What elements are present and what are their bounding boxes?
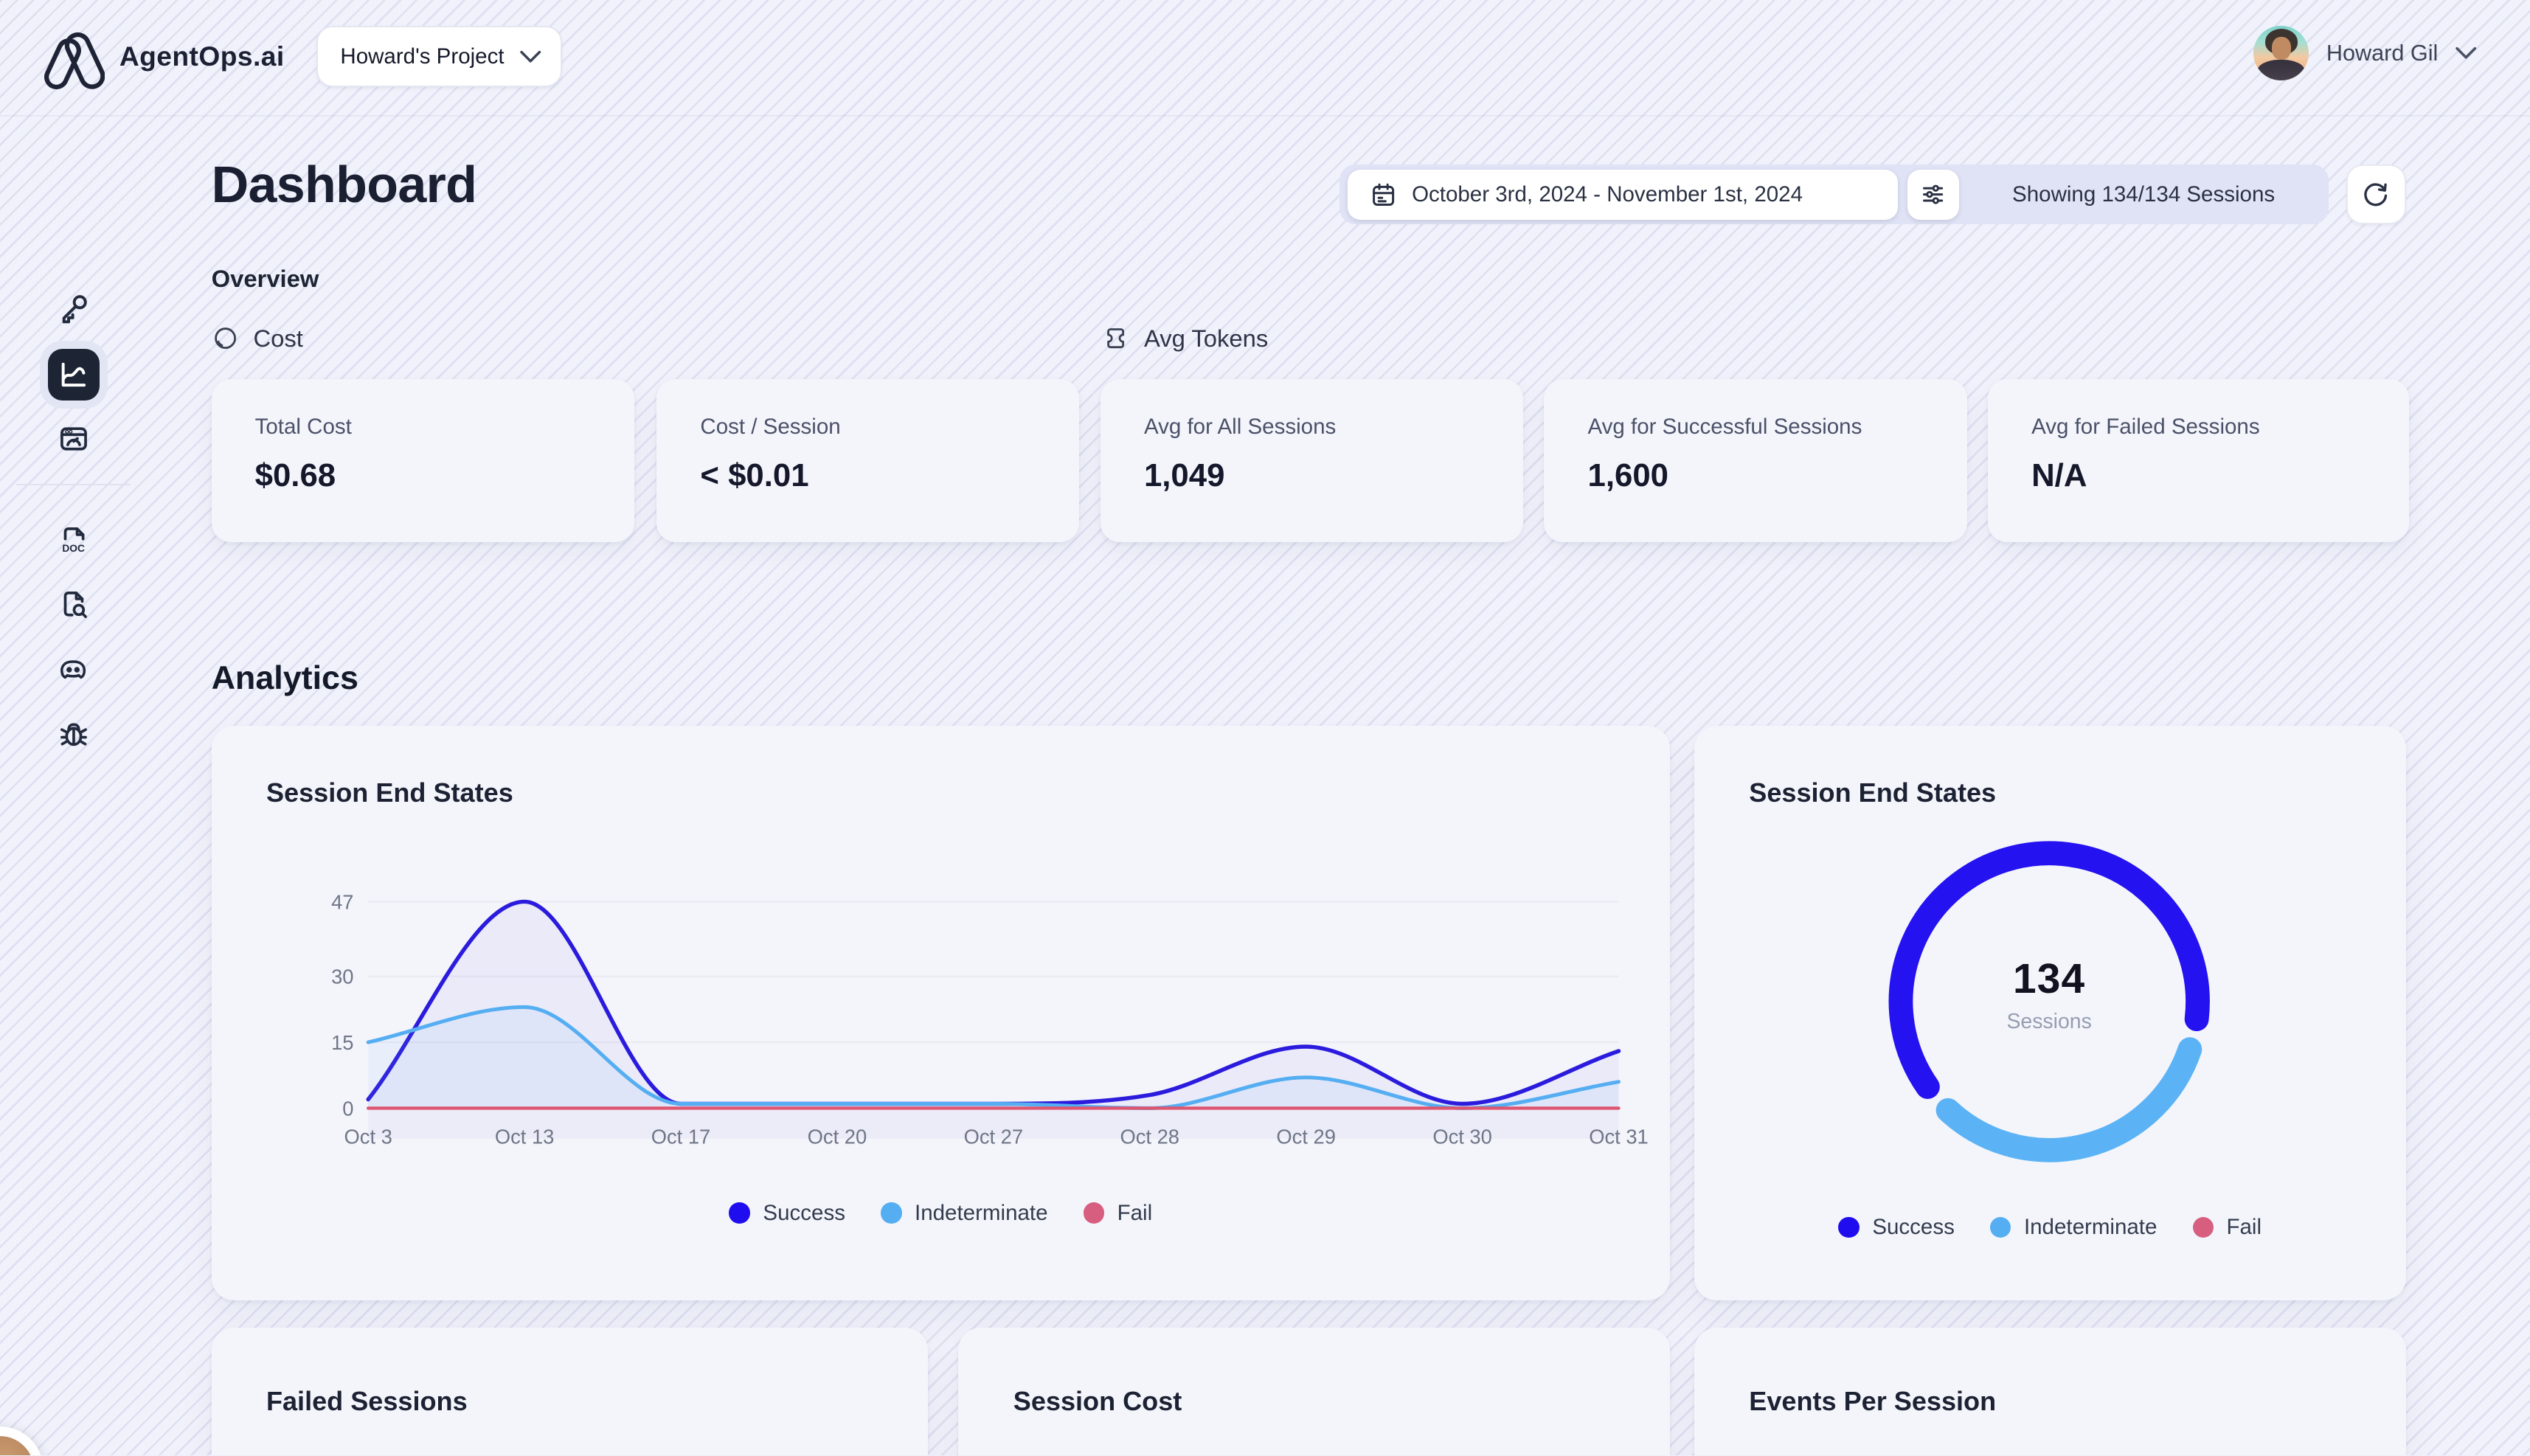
session-cost-panel: Session Cost	[958, 1328, 1670, 1455]
stat-value: N/A	[2031, 457, 2409, 494]
success-dot-icon	[1838, 1217, 1859, 1238]
file-search-icon	[57, 588, 91, 622]
chat-widget-avatar	[0, 1436, 34, 1455]
session-end-states-donut-panel: Session End States 134 Sessions Success …	[1694, 726, 2406, 1300]
agentops-logo-icon	[44, 21, 105, 91]
legend-item-fail[interactable]: Fail	[2193, 1215, 2262, 1240]
token-ticket-icon	[1102, 325, 1129, 352]
brand: AgentOps.ai	[44, 21, 285, 91]
legend-item-success[interactable]: Success	[729, 1201, 845, 1226]
svg-text:0: 0	[342, 1098, 353, 1120]
session-replay-icon	[57, 422, 91, 456]
legend-item-success[interactable]: Success	[1838, 1215, 1955, 1240]
stat-label: Cost / Session	[700, 415, 1079, 440]
stat-value: < $0.01	[700, 457, 1079, 494]
key-icon	[57, 291, 91, 325]
stat-label: Total Cost	[255, 415, 634, 440]
stat-label: Avg for Failed Sessions	[2031, 415, 2409, 440]
sidebar-item-docs[interactable]: DOC	[48, 515, 100, 566]
legend-item-fail[interactable]: Fail	[1084, 1201, 1153, 1226]
sidebar: DOC	[0, 117, 147, 1456]
stat-card-total-cost: Total Cost $0.68	[212, 379, 634, 542]
page-title: Dashboard	[212, 155, 477, 214]
svg-text:Oct 30: Oct 30	[1432, 1126, 1492, 1148]
svg-text:Oct 27: Oct 27	[963, 1126, 1023, 1148]
svg-text:30: 30	[331, 966, 353, 988]
fail-dot-icon	[1084, 1202, 1104, 1223]
svg-text:Oct 20: Oct 20	[807, 1126, 867, 1148]
svg-text:Oct 17: Oct 17	[651, 1126, 710, 1148]
chart-legend: Success Indeterminate Fail	[1694, 1215, 2406, 1240]
sidebar-item-dashboard[interactable]	[48, 349, 100, 401]
sidebar-item-discord[interactable]	[48, 644, 100, 696]
sidebar-item-api-keys[interactable]	[48, 282, 100, 334]
legend-item-indeterminate[interactable]: Indeterminate	[881, 1201, 1047, 1226]
user-name: Howard Gil	[2326, 41, 2438, 66]
showing-sessions-status: Showing 134/134 Sessions	[1959, 164, 2329, 224]
chevron-down-icon	[520, 50, 541, 63]
chart-legend: Success Indeterminate Fail	[212, 1201, 1671, 1226]
success-dot-icon	[729, 1202, 749, 1223]
svg-text:15: 15	[331, 1031, 353, 1054]
filter-button[interactable]	[1907, 170, 1959, 220]
project-selector-value: Howard's Project	[340, 44, 504, 69]
cost-section-label: Cost	[212, 325, 303, 353]
line-chart-icon	[58, 358, 90, 391]
stat-card-avg-successful-sessions: Avg for Successful Sessions 1,600	[1544, 379, 1966, 542]
stat-label: Avg for All Sessions	[1144, 415, 1523, 440]
avg-tokens-section-label: Avg Tokens	[1102, 325, 1268, 353]
stat-card-avg-all-sessions: Avg for All Sessions 1,049	[1101, 379, 1523, 542]
refresh-icon	[2361, 180, 2390, 209]
svg-text:Oct 13: Oct 13	[494, 1126, 554, 1148]
doc-file-icon: DOC	[57, 524, 91, 558]
dashboard-app: AgentOps.ai Howard's Project Howard Gil	[0, 0, 2530, 1455]
sidebar-item-session-replay[interactable]	[48, 413, 100, 465]
stat-value: 1,049	[1144, 457, 1523, 494]
svg-text:Oct 31: Oct 31	[1589, 1126, 1649, 1148]
stat-card-cost-per-session: Cost / Session < $0.01	[656, 379, 1079, 542]
overview-heading: Overview	[212, 265, 319, 293]
date-range-picker[interactable]: October 3rd, 2024 - November 1st, 2024	[1348, 170, 1898, 220]
panel-title: Events Per Session	[1749, 1386, 1996, 1417]
fail-dot-icon	[2193, 1217, 2214, 1238]
stat-value: $0.68	[255, 457, 634, 494]
top-header: AgentOps.ai Howard's Project Howard Gil	[0, 0, 2530, 117]
coin-icon	[212, 325, 239, 352]
sidebar-divider	[16, 484, 131, 485]
panel-title: Session Cost	[1013, 1386, 1182, 1417]
brand-name: AgentOps.ai	[119, 41, 285, 72]
svg-text:Oct 3: Oct 3	[344, 1126, 392, 1148]
analytics-heading: Analytics	[212, 659, 358, 697]
refresh-button[interactable]	[2346, 164, 2406, 224]
indeterminate-dot-icon	[881, 1202, 901, 1223]
panel-title: Failed Sessions	[266, 1386, 468, 1417]
project-selector[interactable]: Howard's Project	[316, 26, 562, 87]
filter-sliders-icon	[1919, 181, 1947, 208]
chevron-down-icon	[2456, 46, 2476, 60]
stat-label: Avg for Successful Sessions	[1588, 415, 1967, 440]
indeterminate-dot-icon	[1990, 1217, 2011, 1238]
avatar	[2253, 26, 2308, 80]
svg-text:Oct 29: Oct 29	[1276, 1126, 1336, 1148]
sidebar-item-logs[interactable]	[48, 579, 100, 631]
svg-text:Oct 28: Oct 28	[1120, 1126, 1179, 1148]
sidebar-item-bug-report[interactable]	[48, 708, 100, 760]
stat-value: 1,600	[1588, 457, 1967, 494]
stat-card-avg-failed-sessions: Avg for Failed Sessions N/A	[1988, 379, 2409, 542]
failed-sessions-panel: Failed Sessions	[212, 1328, 928, 1455]
svg-text:47: 47	[331, 891, 353, 914]
events-per-session-panel: Events Per Session	[1694, 1328, 2406, 1455]
date-range-value: October 3rd, 2024 - November 1st, 2024	[1412, 182, 1803, 207]
bug-icon	[57, 717, 91, 751]
user-menu[interactable]: Howard Gil	[2253, 26, 2476, 80]
session-end-states-line-chart: 0 15 30 47 Oct 3 Oct 13 Oct 17 Oct 20 Oct 27 Oct …	[212, 803, 1671, 1223]
legend-item-indeterminate[interactable]: Indeterminate	[1990, 1215, 2157, 1240]
discord-icon	[55, 653, 91, 687]
svg-text:DOC: DOC	[62, 543, 85, 554]
donut-center-label: 134 Sessions	[1888, 955, 2211, 1034]
session-toolbar: October 3rd, 2024 - November 1st, 2024 S…	[1339, 164, 2329, 224]
calendar-icon	[1370, 181, 1397, 208]
session-end-states-line-panel: Session End States 0153047Oct 3Oct 13Oct…	[212, 726, 1671, 1300]
